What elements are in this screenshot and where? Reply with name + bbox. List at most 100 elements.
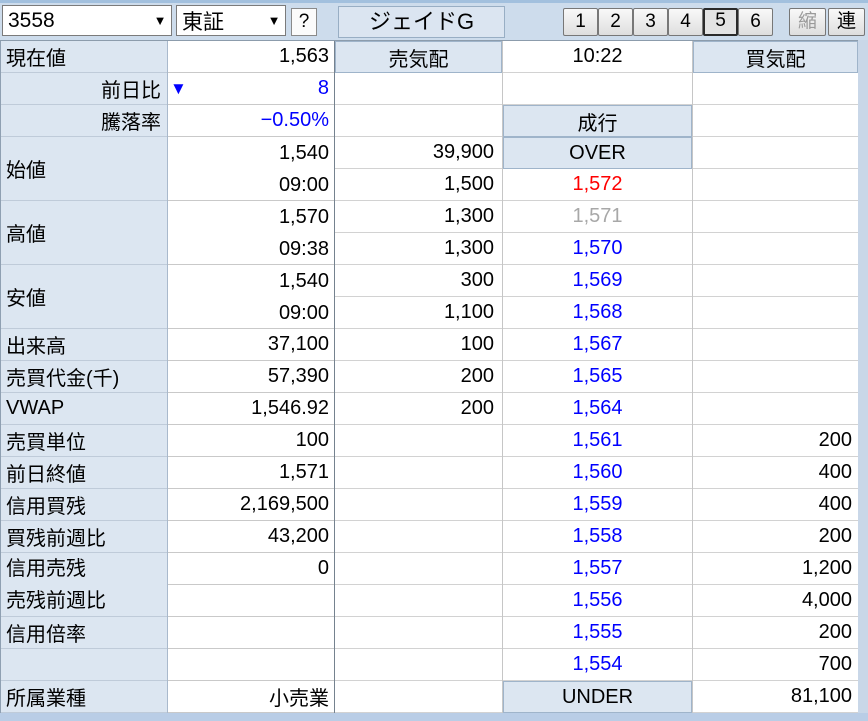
buy-header: 買気配 — [693, 41, 858, 73]
label-margin-sell-wow: 売残前週比 — [6, 589, 106, 612]
over-cell[interactable]: OVER — [503, 137, 692, 169]
label-low: 安値 — [1, 265, 167, 329]
ask-qty[interactable]: 1,300 — [335, 233, 502, 265]
ask-price[interactable]: 1,565 — [503, 361, 692, 393]
bid-qty[interactable]: 700 — [693, 649, 858, 681]
bid-price[interactable]: 1,561 — [503, 425, 692, 457]
value-change-rate: −0.50% — [168, 105, 334, 137]
price-empty — [503, 73, 692, 105]
high-time: 09:38 — [278, 237, 329, 260]
sell-empty — [335, 681, 502, 713]
value-prev-close: 1,571 — [168, 457, 334, 489]
label-vwap: VWAP — [1, 393, 167, 425]
label-blank — [1, 649, 167, 681]
value-margin-ratio — [168, 617, 334, 649]
bid-price[interactable]: 1,555 — [503, 617, 692, 649]
bid-qty[interactable]: 400 — [693, 489, 858, 521]
value-vwap: 1,546.92 — [168, 393, 334, 425]
label-current-price: 現在値 — [1, 41, 167, 73]
label-change-rate: 騰落率 — [1, 105, 167, 137]
high-price: 1,570 — [278, 205, 329, 228]
over-qty[interactable]: 39,900 — [335, 137, 502, 169]
buy-empty — [693, 73, 858, 105]
bid-price[interactable]: 1,557 — [503, 553, 692, 585]
value-high: 1,570 09:38 — [168, 201, 334, 265]
page-button-5-active[interactable]: 5 — [703, 8, 738, 36]
bid-qty[interactable]: 4,000 — [693, 585, 858, 617]
shrink-button[interactable]: 縮 — [789, 8, 826, 36]
label-turnover: 売買代金(千) — [1, 361, 167, 393]
page-button-2[interactable]: 2 — [598, 8, 633, 36]
chevron-down-icon: ▼ — [153, 13, 167, 28]
ask-price[interactable]: 1,568 — [503, 297, 692, 329]
value-margin-buy: 2,169,500 — [168, 489, 334, 521]
low-time: 09:00 — [278, 301, 329, 324]
label-lot-size: 売買単位 — [1, 425, 167, 457]
page-button-3[interactable]: 3 — [633, 8, 668, 36]
bid-qty[interactable]: 200 — [693, 617, 858, 649]
window-right-edge — [858, 40, 868, 713]
ask-price[interactable]: 1,572 — [503, 169, 692, 201]
ask-price[interactable]: 1,571 — [503, 201, 692, 233]
page-button-1[interactable]: 1 — [563, 8, 598, 36]
label-column: 現在値 前日比 騰落率 始値 高値 安値 出来高 売買代金(千) VWAP 売買… — [0, 41, 168, 713]
bid-qty[interactable]: 400 — [693, 457, 858, 489]
ask-qty[interactable]: 1,100 — [335, 297, 502, 329]
link-button[interactable]: 連 — [828, 8, 865, 36]
ask-price[interactable]: 1,570 — [503, 233, 692, 265]
value-blank — [168, 649, 334, 681]
help-button[interactable]: ? — [291, 8, 317, 36]
buy-empty — [693, 265, 858, 297]
buy-empty — [693, 297, 858, 329]
ask-qty[interactable]: 1,300 — [335, 201, 502, 233]
buy-empty — [693, 105, 858, 137]
label-high: 高値 — [1, 201, 167, 265]
value-lot-size: 100 — [168, 425, 334, 457]
window-bottom-edge — [0, 713, 868, 721]
label-volume: 出来高 — [1, 329, 167, 361]
sell-empty — [335, 585, 502, 617]
value-margin-buy-wow: 43,200 — [168, 521, 334, 553]
ask-qty[interactable]: 100 — [335, 329, 502, 361]
market-value: 東証 — [182, 10, 224, 34]
buy-quantity-column: 買気配 200 400 400 200 1,200 4,000 200 700 … — [693, 41, 858, 713]
buy-empty — [693, 393, 858, 425]
page-button-4[interactable]: 4 — [668, 8, 703, 36]
low-price: 1,540 — [278, 269, 329, 292]
ask-price[interactable]: 1,567 — [503, 329, 692, 361]
ask-qty[interactable]: 200 — [335, 361, 502, 393]
buy-empty — [693, 169, 858, 201]
label-margin-sell: 信用売残 — [6, 557, 86, 580]
stock-code-combobox[interactable]: 3558 ▼ — [2, 5, 172, 36]
market-order-cell[interactable]: 成行 — [503, 105, 692, 137]
sell-empty — [335, 73, 502, 105]
ask-qty[interactable]: 1,500 — [335, 169, 502, 201]
bid-qty[interactable]: 200 — [693, 425, 858, 457]
ask-qty[interactable]: 300 — [335, 265, 502, 297]
sell-quantity-column: 売気配 39,900 1,500 1,300 1,300 300 1,100 1… — [334, 41, 502, 713]
value-turnover: 57,390 — [168, 361, 334, 393]
market-combobox[interactable]: 東証 ▼ — [176, 5, 286, 36]
sell-empty — [335, 617, 502, 649]
open-time: 09:00 — [278, 173, 329, 196]
label-industry: 所属業種 — [1, 681, 167, 713]
value-margin-sell-wow — [168, 585, 334, 617]
bid-qty[interactable]: 1,200 — [693, 553, 858, 585]
bid-price[interactable]: 1,559 — [503, 489, 692, 521]
ask-price[interactable]: 1,564 — [503, 393, 692, 425]
ask-qty[interactable]: 200 — [335, 393, 502, 425]
bid-price[interactable]: 1,558 — [503, 521, 692, 553]
bid-price[interactable]: 1,554 — [503, 649, 692, 681]
under-qty[interactable]: 81,100 — [693, 681, 858, 713]
bid-price[interactable]: 1,556 — [503, 585, 692, 617]
page-button-6[interactable]: 6 — [738, 8, 773, 36]
price-column: 10:22 成行 OVER 1,572 1,571 1,570 1,569 1,… — [502, 41, 693, 713]
bid-qty[interactable]: 200 — [693, 521, 858, 553]
under-cell[interactable]: UNDER — [503, 681, 692, 713]
value-current-price: 1,563 — [168, 41, 334, 73]
bid-price[interactable]: 1,560 — [503, 457, 692, 489]
ask-price[interactable]: 1,569 — [503, 265, 692, 297]
label-change: 前日比 — [1, 73, 167, 105]
sell-empty — [335, 521, 502, 553]
stock-name: ジェイドG — [338, 6, 505, 38]
